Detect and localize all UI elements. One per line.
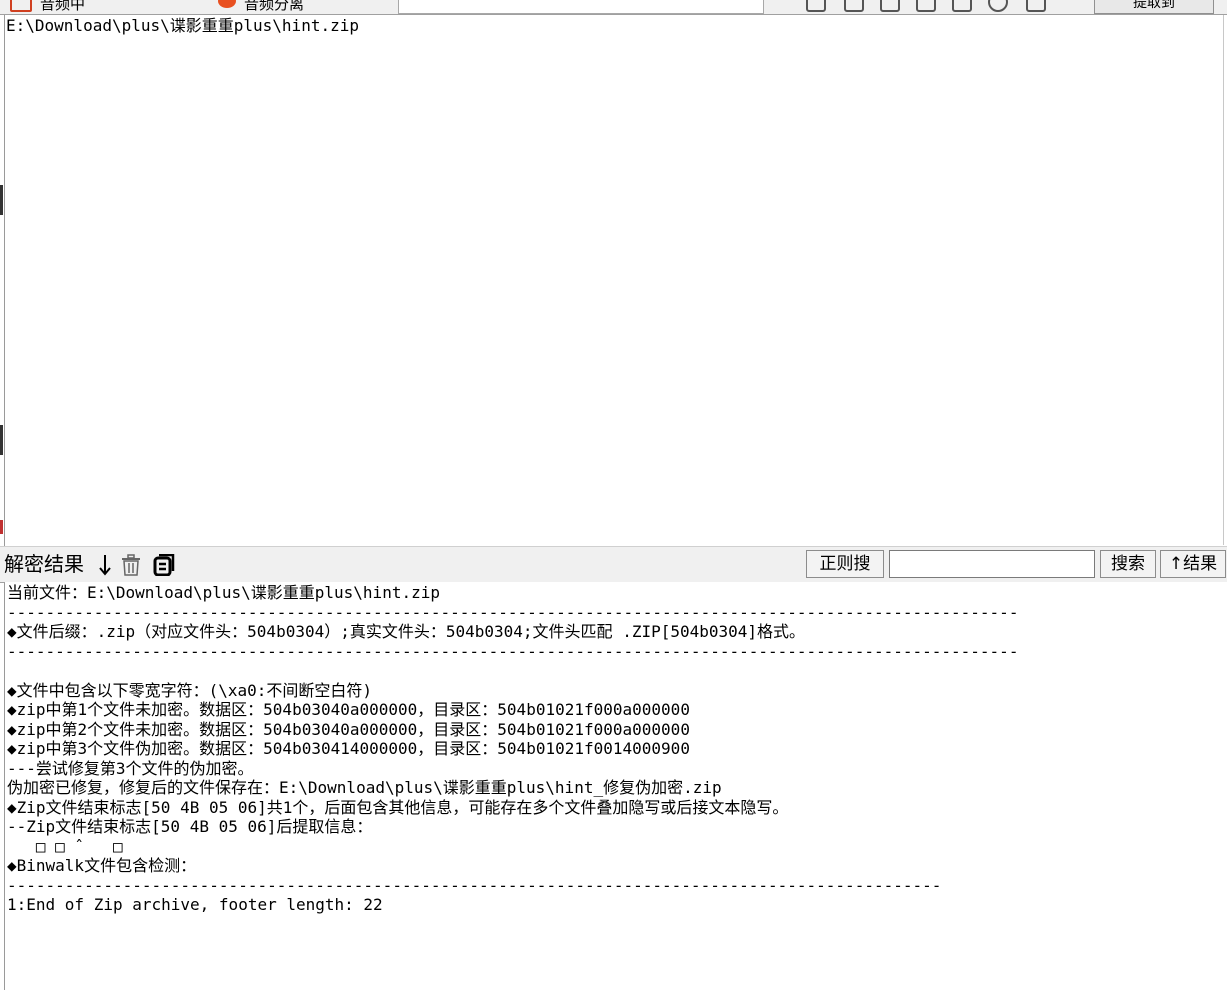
output-line: --Zip文件结束标志[50 4B 05 06]后提取信息：: [7, 817, 373, 836]
tab-icon: [10, 0, 32, 12]
output-line: ----------------------------------------…: [7, 875, 942, 895]
output-line: 伪加密已修复，修复后的文件保存在：E:\Download\plus\谍影重重pl…: [7, 778, 722, 797]
toolbar-icon-2[interactable]: [844, 0, 864, 12]
output-lines: 当前文件：E:\Download\plus\谍影重重plus\hint.zip -…: [7, 583, 1018, 915]
output-line: ◆zip中第3个文件伪加密。数据区：504b030414000000，目录区：5…: [7, 739, 690, 758]
output-line: 当前文件：E:\Download\plus\谍影重重plus\hint.zip: [7, 583, 440, 602]
output-line: ◆zip中第1个文件未加密。数据区：504b03040a000000，目录区：5…: [7, 700, 690, 719]
edge-mark: [0, 185, 3, 215]
file-path-text: E:\Download\plus\谍影重重plus\hint.zip: [6, 16, 359, 35]
search-input[interactable]: [889, 550, 1095, 578]
result-title: 解密结果: [4, 552, 84, 576]
output-line: 1:End of Zip archive, footer length: 22: [7, 895, 383, 914]
output-line: ---尝试修复第3个文件的伪加密。: [7, 758, 254, 778]
output-line: ----------------------------------------…: [7, 602, 1019, 622]
edge-mark: [0, 520, 3, 534]
search-button[interactable]: 搜索: [1100, 550, 1156, 578]
file-path-textarea[interactable]: E:\Download\plus\谍影重重plus\hint.zip: [5, 15, 1224, 545]
result-toolbar: 解密结果 正则搜 搜索 ↑结果: [0, 546, 1227, 583]
output-line: ◆zip中第2个文件未加密。数据区：504b03040a000000，目录区：5…: [7, 719, 690, 739]
tab-icon-2: [218, 0, 236, 8]
regex-search-button[interactable]: 正则搜: [806, 550, 884, 578]
tab-label-1[interactable]: 音频中: [40, 0, 85, 14]
toolbar-icon-3[interactable]: [880, 0, 900, 12]
help-icon[interactable]: [988, 0, 1008, 12]
toolbar-combo[interactable]: [398, 0, 764, 14]
extract-button[interactable]: 提取到: [1094, 0, 1214, 14]
output-line: ----------------------------------------…: [7, 641, 1019, 661]
output-line: □ □ ˆ □: [7, 836, 123, 856]
toolbar-icon-7[interactable]: [1026, 0, 1046, 12]
copy-icon[interactable]: [152, 554, 176, 576]
trash-icon[interactable]: [119, 554, 143, 576]
output-line: ◆文件后缀：.zip（对应文件头：504b0304）;真实文件头：504b030…: [7, 622, 806, 641]
toolbar-icon-5[interactable]: [952, 0, 972, 12]
toolbar-icon-4[interactable]: [916, 0, 936, 12]
tab-label-2[interactable]: 音频分离: [244, 0, 304, 14]
toolbar-icon-1[interactable]: [806, 0, 826, 12]
arrow-down-icon[interactable]: [96, 554, 114, 576]
output-line: ◆文件中包含以下零宽字符：(\xa0:不间断空白符): [7, 680, 373, 700]
output-line: ◆Binwalk文件包含检测：: [7, 856, 197, 875]
result-output[interactable]: 当前文件：E:\Download\plus\谍影重重plus\hint.zip -…: [5, 582, 1227, 990]
top-toolbar: 音频中 音频分离 提取到: [0, 0, 1227, 15]
output-line: ◆Zip文件结束标志[50 4B 05 06]共1个，后面包含其他信息，可能存在…: [7, 797, 789, 817]
edge-mark: [0, 425, 3, 455]
up-results-button[interactable]: ↑结果: [1160, 550, 1226, 578]
